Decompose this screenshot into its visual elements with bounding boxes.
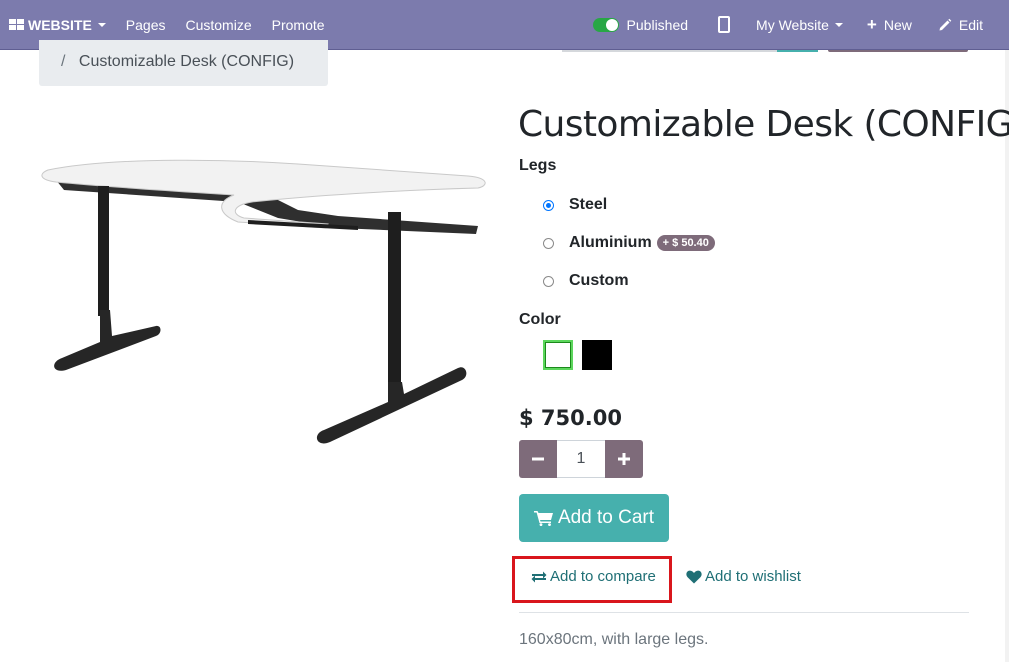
shopping-cart-icon	[533, 511, 553, 526]
pages-menu-label: Pages	[125, 16, 166, 33]
add-to-cart-button[interactable]: Add to Cart	[519, 494, 669, 542]
breadcrumb: / Customizable Desk (CONFIG)	[39, 40, 328, 86]
website-menu-label: WEBSITE	[28, 16, 92, 33]
legs-option-label: Aluminium	[569, 234, 652, 251]
published-toggle[interactable]: Published	[583, 0, 703, 50]
product-title: Customizable Desk (CONFIG)	[518, 104, 1009, 145]
color-swatch-black[interactable]	[582, 340, 612, 370]
mobile-preview-button[interactable]	[702, 0, 746, 50]
color-swatch-white[interactable]	[543, 340, 573, 370]
desk-image	[41, 159, 486, 444]
plus-icon: +	[866, 14, 877, 34]
search-box-edge	[562, 50, 777, 52]
legs-label: Legs	[519, 157, 557, 174]
new-button[interactable]: + New	[857, 0, 928, 50]
pricelist-dropdown-edge	[828, 50, 968, 52]
legs-option-custom[interactable]: Custom	[543, 272, 629, 290]
mobile-icon	[718, 16, 731, 33]
increase-quantity-button[interactable]	[605, 440, 643, 478]
breadcrumb-current: Customizable Desk (CONFIG)	[78, 53, 295, 70]
radio-button[interactable]	[543, 275, 554, 287]
add-to-wishlist-label: Add to wishlist	[705, 568, 801, 585]
chevron-down-icon	[97, 22, 106, 27]
product-description: 160x80cm, with large legs.	[519, 631, 709, 648]
heart-icon	[686, 570, 702, 583]
edit-button[interactable]: Edit	[928, 0, 1009, 50]
quantity-stepper	[519, 440, 643, 478]
section-divider	[519, 612, 969, 613]
color-label: Color	[519, 311, 561, 328]
pencil-icon	[939, 18, 952, 30]
add-to-cart-label: Add to Cart	[557, 507, 655, 528]
breadcrumb-separator: /	[61, 53, 66, 70]
quantity-input[interactable]	[557, 440, 605, 478]
decrease-quantity-button[interactable]	[519, 440, 557, 478]
new-label: New	[883, 16, 912, 33]
minus-icon	[532, 457, 544, 461]
chevron-down-icon	[834, 22, 843, 27]
my-website-label: My Website	[756, 16, 829, 33]
search-button-edge	[777, 50, 818, 52]
highlight-annotation-box	[512, 556, 672, 603]
legs-option-label: Custom	[569, 272, 629, 289]
promote-menu-label: Promote	[271, 16, 325, 33]
legs-option-label: Steel	[569, 196, 608, 213]
radio-button-checked[interactable]	[543, 199, 554, 211]
price-extra-badge: + $ 50.40	[656, 235, 715, 251]
edit-label: Edit	[958, 16, 983, 33]
legs-option-steel[interactable]: Steel	[543, 196, 607, 214]
legs-option-aluminium[interactable]: Aluminium + $ 50.40	[543, 234, 715, 252]
product-price: $ 750.00	[519, 406, 622, 430]
apps-grid-icon	[9, 19, 24, 30]
customize-menu-label: Customize	[185, 16, 252, 33]
plus-icon	[618, 453, 630, 465]
my-website-menu[interactable]: My Website	[746, 0, 857, 50]
published-label: Published	[626, 16, 689, 33]
add-to-wishlist-link[interactable]: Add to wishlist	[686, 568, 801, 585]
toggle-switch-icon	[592, 17, 619, 32]
radio-button[interactable]	[543, 237, 554, 249]
